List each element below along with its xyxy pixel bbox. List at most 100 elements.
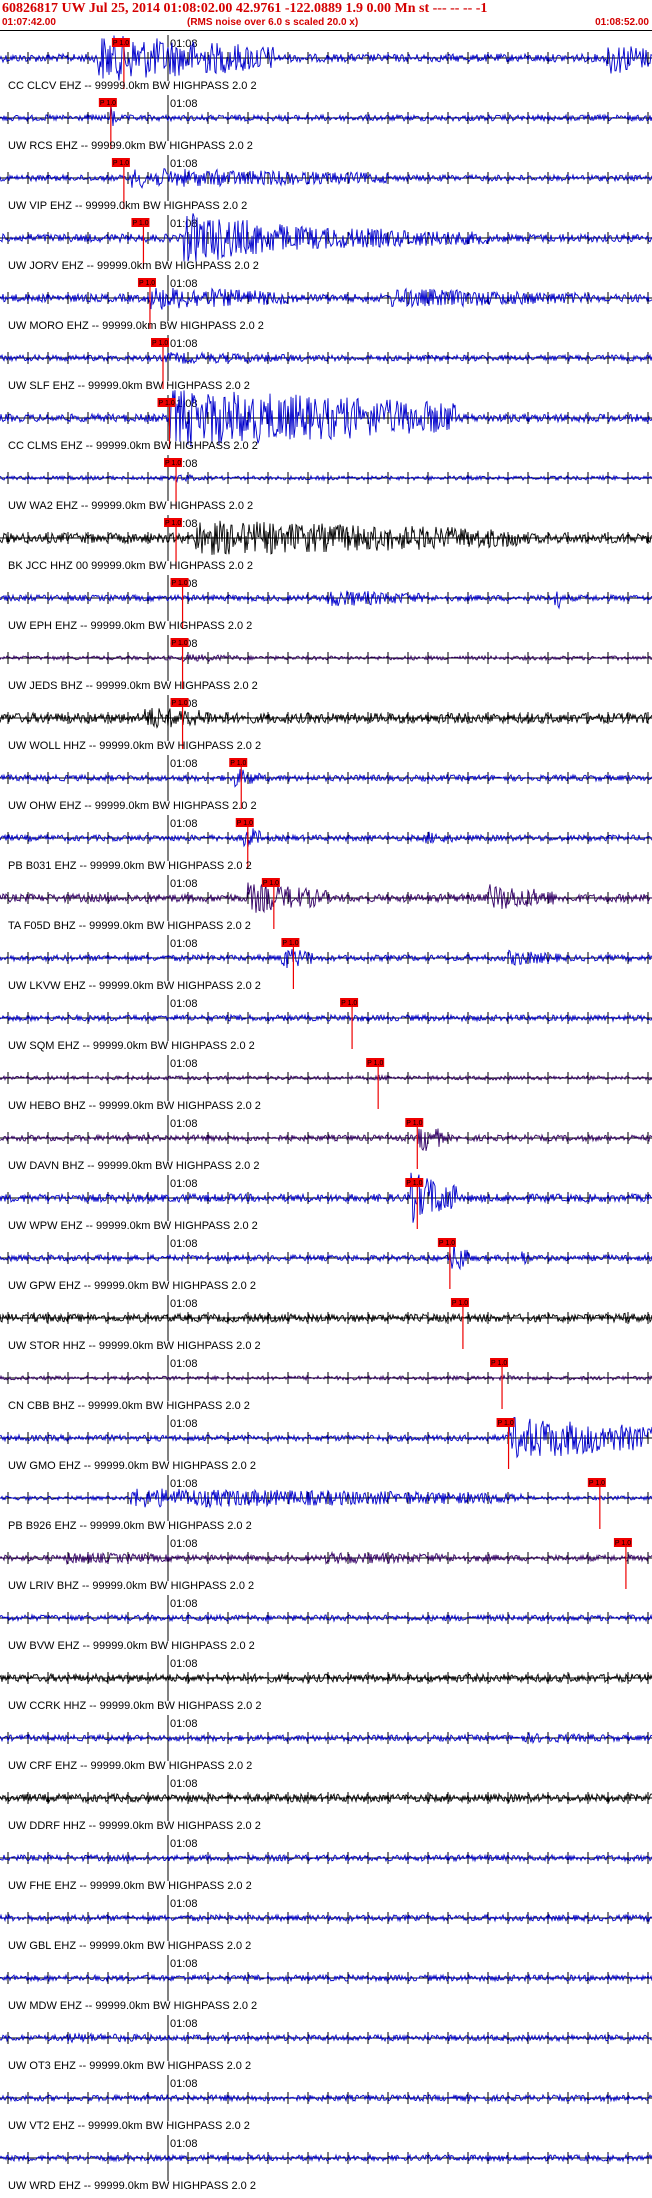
station-label: BK JCC HHZ 00 99999.0km BW HIGHPASS 2.0 … <box>8 560 253 572</box>
pick-label: P 1.0 <box>439 1240 455 1247</box>
scale-note: (RMS noise over 6.0 s scaled 20.0 x) <box>187 17 359 28</box>
station-label: UW STOR HHZ -- 99999.0km BW HIGHPASS 2.0… <box>8 1340 261 1352</box>
pick-label: P 1.0 <box>230 760 246 767</box>
station-label: UW SLF EHZ -- 99999.0km BW HIGHPASS 2.0 … <box>8 380 250 392</box>
trace-panel: 01:08P 1.0 UW SLF EHZ -- 99999.0km BW HIG… <box>0 335 652 392</box>
trace-panel: 01:08 P 1.0 UW MORO EHZ -- 99999.0km BW HI… <box>0 275 652 332</box>
trace-panel: 01:08P 1.0CC CLMS EHZ -- 99999.0km BW HI… <box>0 390 652 452</box>
pick-label: P 1.0 <box>406 1180 422 1187</box>
minute-marker-label: 01:08 <box>170 1658 198 1670</box>
station-label: UW CRF EHZ -- 99999.0km BW HIGHPASS 2.0 … <box>8 1760 252 1772</box>
minute-marker-label: 01:08 <box>170 2138 198 2150</box>
station-label: PB B926 EHZ -- 99999.0km BW HIGHPASS 2.0… <box>8 1520 252 1532</box>
trace-panel: 01:08 UW WRD EHZ -- 99999.0km BW HIGHPASS… <box>0 2135 652 2192</box>
pick-label: P 1.0 <box>165 460 181 467</box>
station-label: UW LKVW EHZ -- 99999.0km BW HIGHPASS 2.0… <box>8 980 261 992</box>
pick-label: P 1.0 <box>172 640 188 647</box>
station-label: UW VT2 EHZ -- 99999.0km BW HIGHPASS 2.0 … <box>8 2120 250 2132</box>
minute-marker-label: 01:08 <box>170 818 198 830</box>
pick-label: P 1.0 <box>237 820 253 827</box>
waveform <box>0 1242 652 1271</box>
trace-panel: 01:08 P 1.0 UW WPW EHZ -- 99999.0km BW HIG… <box>0 1172 652 1232</box>
station-label: UW GMO EHZ -- 99999.0km BW HIGHPASS 2.0 … <box>8 1460 256 1472</box>
station-label: UW SQM EHZ -- 99999.0km BW HIGHPASS 2.0 … <box>8 1040 255 1052</box>
pick-label: P 1.0 <box>172 700 188 707</box>
end-time: 01:08:52.00 <box>595 17 649 28</box>
station-label: UW GBL EHZ -- 99999.0km BW HIGHPASS 2.0 … <box>8 1940 251 1952</box>
station-label: UW LRIV BHZ -- 99999.0km BW HIGHPASS 2.0… <box>8 1580 254 1592</box>
waveform <box>0 590 652 610</box>
seismogram-plot: 01:08 P 1.0 CC CLCV EHZ -- 99999.0km BW HI… <box>0 35 652 2192</box>
waveform <box>0 1853 652 1863</box>
minute-marker-label: 01:08 <box>170 1778 198 1790</box>
minute-marker-label: 01:08 <box>170 878 198 890</box>
pick-label: P 1.0 <box>100 100 116 107</box>
trace-panel: 01:08 P 1.0 UW VIP EHZ -- 99999.0km BW HIG… <box>0 155 652 212</box>
pick-label: P 1.0 <box>263 880 279 887</box>
waveform <box>0 287 652 310</box>
station-label: CC CLMS EHZ -- 99999.0km BW HIGHPASS 2.0… <box>8 440 258 452</box>
trace-panel: 01:08 P 1.0 UW HEBO BHZ -- 99999.0km BW HI… <box>0 1055 652 1112</box>
waveform <box>0 390 652 447</box>
pick-label: P 1.0 <box>615 1540 631 1547</box>
trace-panel: 01:08P 1.0BK JCC HHZ 00 99999.0km BW HIG… <box>0 515 652 572</box>
station-label: UW MDW EHZ -- 99999.0km BW HIGHPASS 2.0 … <box>8 2000 257 2012</box>
trace-panel: 01:08 UW VT2 EHZ -- 99999.0km BW HIGHPASS… <box>0 2075 652 2132</box>
station-label: UW GPW EHZ -- 99999.0km BW HIGHPASS 2.0 … <box>8 1280 256 1292</box>
waveform <box>0 1128 652 1152</box>
pick-label: P 1.0 <box>498 1420 514 1427</box>
waveform <box>0 1417 652 1459</box>
minute-marker-label: 01:08 <box>170 998 198 1010</box>
waveform <box>0 105 652 127</box>
trace-panel: 01:08 P 1.0 UW LKVW EHZ -- 99999.0km BW HI… <box>0 935 652 992</box>
station-label: UW FHE EHZ -- 99999.0km BW HIGHPASS 2.0 … <box>8 1880 252 1892</box>
station-label: UW JORV EHZ -- 99999.0km BW HIGHPASS 2.0… <box>8 260 259 272</box>
station-label: UW CCRK HHZ -- 99999.0km BW HIGHPASS 2.0… <box>8 1700 261 1712</box>
minute-marker-label: 01:08 <box>170 278 198 290</box>
station-label: UW WA2 EHZ -- 99999.0km BW HIGHPASS 2.0 … <box>8 500 253 512</box>
station-label: PB B031 EHZ -- 99999.0km BW HIGHPASS 2.0… <box>8 860 252 872</box>
trace-panel: 01:08 UW CRF EHZ -- 99999.0km BW HIGHPASS… <box>0 1715 652 1772</box>
start-time: 01:07:42.00 <box>2 17 56 28</box>
station-label: UW DAVN BHZ -- 99999.0km BW HIGHPASS 2.0… <box>8 1160 259 1172</box>
trace-panel: 01:08 P 1.0 UW DAVN BHZ -- 99999.0km BW HI… <box>0 1115 652 1172</box>
waveform <box>0 2032 652 2044</box>
pick-label: P 1.0 <box>282 940 298 947</box>
pick-label: P 1.0 <box>452 1300 468 1307</box>
trace-panel: 01:08 UW BVW EHZ -- 99999.0km BW HIGHPASS… <box>0 1595 652 1652</box>
pick-label: P 1.0 <box>132 220 148 227</box>
station-label: UW WPW EHZ -- 99999.0km BW HIGHPASS 2.0 … <box>8 1220 258 1232</box>
minute-marker-label: 01:08 <box>170 98 198 110</box>
minute-marker-label: 01:08 <box>170 938 198 950</box>
minute-marker-label: 01:08 <box>170 1298 198 1310</box>
trace-panel: 01:08 UW OT3 EHZ -- 99999.0km BW HIGHPASS… <box>0 2015 652 2072</box>
minute-marker-label: 01:08 <box>170 1838 198 1850</box>
header: 60826817 UW Jul 25, 2014 01:08:02.00 42.… <box>0 0 652 30</box>
station-label: UW HEBO BHZ -- 99999.0km BW HIGHPASS 2.0… <box>8 1100 261 1112</box>
trace-panel: 01:08 P 1.0 UW GPW EHZ -- 99999.0km BW HIG… <box>0 1235 652 1292</box>
trace-panel: 01:08 P 1.0 TA F05D BHZ -- 99999.0km BW HI… <box>0 875 652 932</box>
minute-marker-label: 01:08 <box>170 338 198 350</box>
station-label: UW OHW EHZ -- 99999.0km BW HIGHPASS 2.0 … <box>8 800 257 812</box>
trace-panel: 01:08 P 1.0 UW JORV EHZ -- 99999.0km BW HI… <box>0 213 652 272</box>
minute-marker-label: 01:08 <box>170 1118 198 1130</box>
minute-marker-label: 01:08 <box>170 218 198 230</box>
trace-panel: 01:08 P 1.0 PB B031 EHZ -- 99999.0km BW HI… <box>0 815 652 872</box>
trace-panel: 01:08 P 1.0 UW OHW EHZ -- 99999.0km BW HIG… <box>0 755 652 812</box>
pick-label: P 1.0 <box>172 580 188 587</box>
pick-label: P 1.0 <box>406 1120 422 1127</box>
trace-panel: 01:08 P 1.0 UW RCS EHZ -- 99999.0km BW HIG… <box>0 95 652 152</box>
trace-panel: 01:08P 1.0UW JEDS BHZ -- 99999.0km BW HI… <box>0 635 652 692</box>
pick-label: P 1.0 <box>139 280 155 287</box>
pick-label: P 1.0 <box>159 400 175 407</box>
pick-label: P 1.0 <box>341 1000 357 1007</box>
trace-panel: 01:08 P 1.0 UW LRIV BHZ -- 99999.0km BW HI… <box>0 1535 652 1592</box>
minute-marker-label: 01:08 <box>170 1958 198 1970</box>
minute-marker-label: 01:08 <box>170 1478 198 1490</box>
trace-panel: 01:08P 1.0UW EPH EHZ -- 99999.0km BW HIG… <box>0 575 652 632</box>
minute-marker-label: 01:08 <box>170 1598 198 1610</box>
minute-marker-label: 01:08 <box>170 758 198 770</box>
trace-panel: 01:08 UW DDRF HHZ -- 99999.0km BW HIGHPAS… <box>0 1775 652 1832</box>
minute-marker-label: 01:08 <box>170 1538 198 1550</box>
trace-panel: 01:08 UW GBL EHZ -- 99999.0km BW HIGHPASS… <box>0 1895 652 1952</box>
